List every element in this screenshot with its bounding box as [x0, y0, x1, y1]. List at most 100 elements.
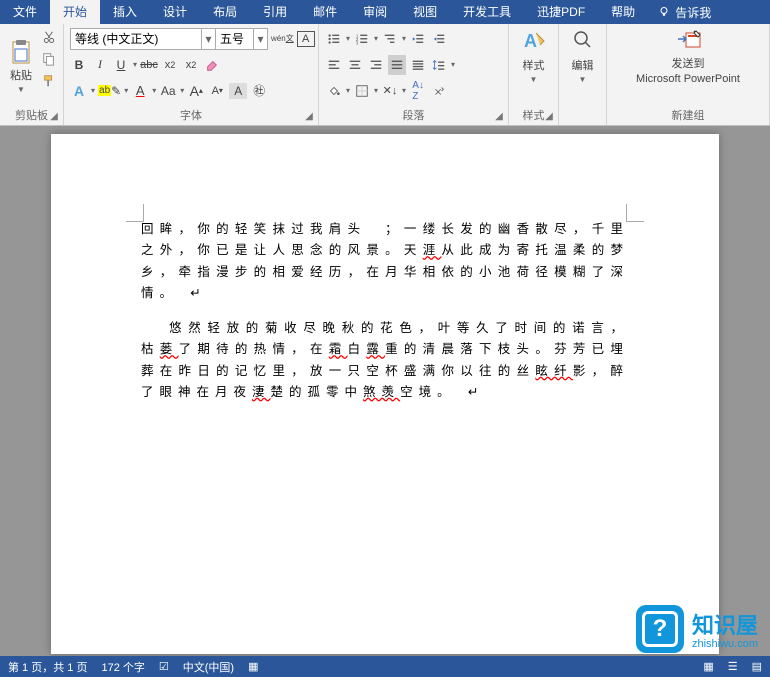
strikethrough-button[interactable]: abc	[140, 55, 158, 75]
spellcheck-icon[interactable]: ☑	[159, 660, 169, 673]
paragraph-launcher[interactable]: ◢	[492, 109, 506, 123]
font-size-value[interactable]: 五号	[215, 29, 253, 49]
paste-label: 粘贴	[10, 67, 32, 83]
tab-home[interactable]: 开始	[50, 0, 100, 24]
paste-button[interactable]: 粘贴 ▼	[4, 27, 38, 105]
font-launcher[interactable]: ◢	[302, 109, 316, 123]
show-marks-button[interactable]	[430, 81, 448, 101]
enclose-char-button[interactable]: ㊓	[250, 81, 268, 101]
tab-references[interactable]: 引用	[250, 0, 300, 24]
paragraph-1[interactable]: 回眸，你的轻笑抹过我肩头 ；一缕长发的幽香散尽，千里之外，你已是让人思念的风景。…	[141, 219, 629, 304]
phonetic-guide-button[interactable]: wén文	[271, 29, 294, 49]
send-to-powerpoint-button[interactable]: 发送到 Microsoft PowerPoint	[630, 27, 746, 87]
bullets-icon	[327, 32, 341, 46]
editing-button[interactable]: 编辑 ▼	[563, 27, 602, 86]
macro-icon[interactable]: ▦	[248, 660, 258, 673]
char-border-button[interactable]: A	[297, 31, 315, 47]
align-right-icon	[369, 58, 383, 72]
distribute-icon	[411, 58, 425, 72]
italic-button[interactable]: I	[91, 55, 109, 75]
send-label-2: Microsoft PowerPoint	[636, 73, 740, 85]
page[interactable]: 回眸，你的轻笑抹过我肩头 ；一缕长发的幽香散尽，千里之外，你已是让人思念的风景。…	[51, 134, 719, 654]
tab-xunjie-pdf[interactable]: 迅捷PDF	[524, 0, 598, 24]
superscript-button[interactable]: x2	[182, 55, 200, 75]
group-paragraph-label: 段落	[323, 105, 504, 125]
view-web-icon[interactable]: ▤	[752, 660, 762, 673]
multilevel-button[interactable]	[381, 29, 399, 49]
align-center-button[interactable]	[346, 55, 364, 75]
clear-format-button[interactable]	[203, 55, 221, 75]
increase-indent-button[interactable]	[430, 29, 448, 49]
clipboard-icon	[10, 39, 32, 65]
cut-button[interactable]	[40, 27, 58, 47]
chevron-down-icon[interactable]: ▾	[201, 29, 215, 49]
svg-text:3: 3	[356, 40, 359, 45]
tab-layout[interactable]: 布局	[200, 0, 250, 24]
text-effects-button[interactable]: A	[70, 81, 88, 101]
line-spacing-button[interactable]	[430, 55, 448, 75]
asian-layout-button[interactable]: ✕↓	[381, 81, 399, 101]
paragraph-2[interactable]: 悠然轻放的菊收尽晚秋的花色，叶等久了时间的诺言，枯蒌了期待的热情，在霜白露重的清…	[141, 318, 629, 403]
view-print-icon[interactable]: ☰	[728, 660, 738, 673]
justify-icon	[390, 58, 404, 72]
tab-view[interactable]: 视图	[400, 0, 450, 24]
status-language[interactable]: 中文(中国)	[183, 659, 234, 675]
bullets-button[interactable]	[325, 29, 343, 49]
char-shading-button[interactable]: A	[229, 83, 247, 99]
borders-button[interactable]	[353, 81, 371, 101]
change-case-button[interactable]: Aa	[159, 81, 177, 101]
clipboard-launcher[interactable]: ◢	[47, 109, 61, 123]
distribute-button[interactable]	[409, 55, 427, 75]
indent-icon	[432, 32, 446, 46]
underline-button[interactable]: U	[112, 55, 130, 75]
status-page[interactable]: 第 1 页，共 1 页	[8, 659, 87, 675]
font-name-combo[interactable]: 等线 (中文正文) ▾ 五号 ▾	[70, 28, 268, 50]
styles-label: 样式	[523, 57, 545, 73]
sort-button[interactable]: A↓Z	[409, 81, 427, 101]
shading-button[interactable]	[325, 81, 343, 101]
subscript-button[interactable]: x2	[161, 55, 179, 75]
tell-me-label: 告诉我	[675, 4, 711, 21]
bold-button[interactable]: B	[70, 55, 88, 75]
send-label-1: 发送到	[672, 55, 705, 71]
view-read-icon[interactable]: ▦	[703, 660, 713, 673]
chevron-down-icon: ▼	[530, 75, 538, 84]
align-left-button[interactable]	[325, 55, 343, 75]
status-bar: 第 1 页，共 1 页 172 个字 ☑ 中文(中国) ▦ ▦ ☰ ▤	[0, 656, 770, 677]
highlight-button[interactable]: ab✎	[98, 81, 121, 101]
editing-label: 编辑	[572, 57, 594, 73]
watermark-title: 知识屋	[692, 613, 758, 638]
decrease-indent-button[interactable]	[409, 29, 427, 49]
format-painter-button[interactable]	[40, 71, 58, 91]
tab-mailings[interactable]: 邮件	[300, 0, 350, 24]
status-wordcount[interactable]: 172 个字	[101, 659, 144, 675]
align-right-button[interactable]	[367, 55, 385, 75]
send-to-ppt-icon	[674, 29, 702, 53]
tab-design[interactable]: 设计	[150, 0, 200, 24]
tab-review[interactable]: 审阅	[350, 0, 400, 24]
styles-icon: A	[522, 29, 546, 55]
numbering-button[interactable]: 123	[353, 29, 371, 49]
justify-button[interactable]	[388, 55, 406, 75]
document-canvas[interactable]: 回眸，你的轻笑抹过我肩头 ；一缕长发的幽香散尽，千里之外，你已是让人思念的风景。…	[0, 126, 770, 656]
tab-devtools[interactable]: 开发工具	[450, 0, 524, 24]
margin-corner-tl	[126, 204, 144, 222]
watermark-badge: ?	[636, 605, 684, 653]
tell-me-search[interactable]: 告诉我	[648, 4, 721, 21]
grow-font-button[interactable]: A▴	[187, 81, 205, 101]
chevron-down-icon[interactable]: ▾	[253, 29, 267, 49]
search-icon	[572, 29, 594, 55]
paint-bucket-icon	[327, 84, 341, 98]
font-color-button[interactable]: A	[131, 81, 149, 101]
shrink-font-button[interactable]: A▾	[208, 81, 226, 101]
styles-button[interactable]: A 样式 ▼	[513, 27, 554, 86]
tab-help[interactable]: 帮助	[598, 0, 648, 24]
multilevel-icon	[383, 32, 397, 46]
chevron-down-icon: ▼	[579, 75, 587, 84]
styles-launcher[interactable]: ◢	[542, 109, 556, 123]
copy-button[interactable]	[40, 49, 58, 69]
tab-file[interactable]: 文件	[0, 0, 50, 24]
tab-insert[interactable]: 插入	[100, 0, 150, 24]
scissors-icon	[42, 30, 56, 44]
numbering-icon: 123	[355, 32, 369, 46]
